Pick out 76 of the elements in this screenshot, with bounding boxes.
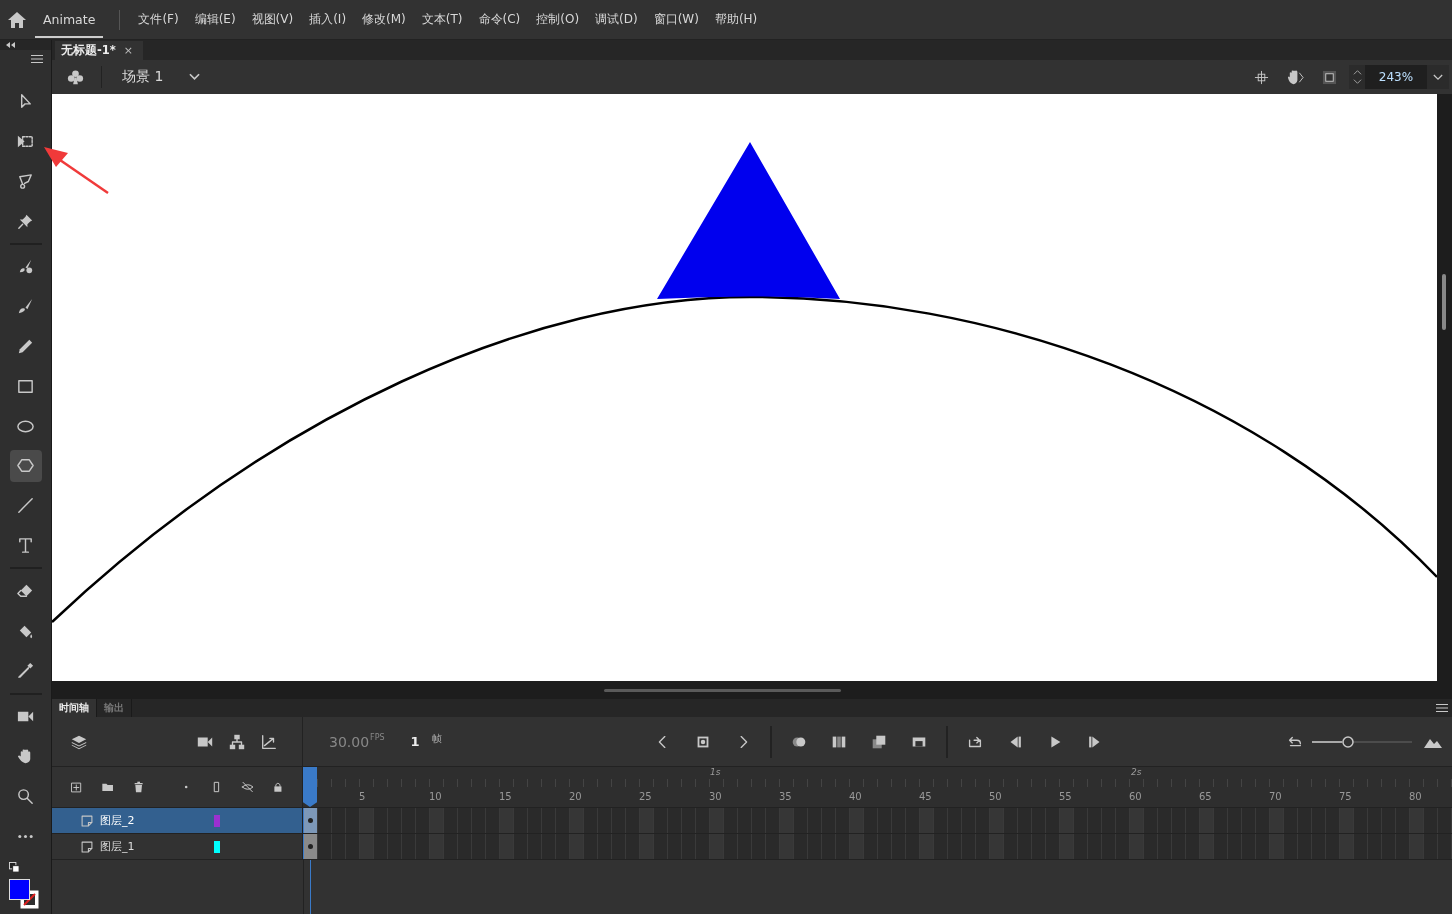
frame-number: 70	[1269, 791, 1283, 802]
menu-item[interactable]: 视图(V)	[243, 11, 302, 28]
layer-name[interactable]: 图层_1	[100, 839, 214, 854]
menu-item[interactable]: 编辑(E)	[186, 11, 244, 28]
keyframe[interactable]	[303, 808, 317, 833]
current-frame[interactable]: 1	[410, 734, 420, 749]
text-tool-icon[interactable]	[16, 535, 35, 555]
panel-tab[interactable]: 时间轴	[52, 699, 97, 717]
panel-menu-icon[interactable]	[1436, 704, 1448, 712]
frame-number: 40	[849, 791, 863, 802]
default-colors-icon[interactable]	[9, 861, 20, 873]
zoom-stepper[interactable]	[1349, 65, 1365, 89]
app-name: Animate	[35, 1, 104, 38]
polygon-tool-tool[interactable]	[9, 450, 42, 482]
layer-color-marker[interactable]	[214, 840, 220, 853]
frame-number: 60	[1129, 791, 1143, 802]
menu-item[interactable]: 控制(O)	[528, 11, 588, 28]
layer-icon	[80, 839, 94, 854]
frame-number: 20	[569, 791, 583, 802]
up-down-arrows-icon[interactable]	[1352, 69, 1362, 85]
frame-number: 50	[989, 791, 1003, 802]
dropdown-caret-icon[interactable]	[189, 73, 201, 81]
menu-item[interactable]: 修改(M)	[354, 11, 414, 28]
crosshair-icon[interactable]	[1254, 69, 1269, 85]
clip-stage-icon[interactable]	[1322, 69, 1337, 85]
home-icon[interactable]	[7, 9, 27, 30]
frame-number: 15	[499, 791, 513, 802]
frame-number: 35	[779, 791, 793, 802]
fps-value[interactable]: 30.00	[329, 733, 370, 750]
menu-item[interactable]: 插入(I)	[301, 11, 355, 28]
fps-unit: FPS	[370, 733, 385, 742]
frame-number: 10	[429, 791, 443, 802]
caret-icon[interactable]	[1433, 73, 1443, 81]
frame-number: 30	[709, 791, 723, 802]
frame-number: 65	[1199, 791, 1213, 802]
frame-number: 45	[919, 791, 933, 802]
menu-item[interactable]: 文件(F)	[130, 11, 187, 28]
frame-ruler[interactable]: 1s 2s 5 10 15 20 25 30 35 40 45 50 55 60 65 70 75 80	[303, 767, 1452, 807]
frame-number: 75	[1339, 791, 1353, 802]
frame-number: 25	[639, 791, 653, 802]
seconds-label: 1s	[709, 767, 722, 779]
document-tab[interactable]: 无标题-1* ×	[55, 41, 143, 60]
scene-label[interactable]: 场景 1	[122, 68, 164, 86]
eyedropper-icon[interactable]	[16, 661, 35, 681]
frame-unit: 帧	[431, 732, 442, 746]
panel-menu-icon[interactable]	[31, 54, 43, 63]
graph-icon[interactable]	[260, 732, 278, 751]
scrollbar-thumb[interactable]	[1442, 274, 1446, 330]
layer-row[interactable]: 图层_2	[52, 808, 303, 833]
menu-item[interactable]: 调试(D)	[587, 11, 646, 28]
menu-item[interactable]: 命令(C)	[470, 11, 529, 28]
frame-number: 55	[1059, 791, 1073, 802]
layer-color-marker[interactable]	[214, 814, 220, 827]
layer-name[interactable]: 图层_2	[100, 813, 214, 828]
lasso-icon[interactable]	[16, 171, 35, 191]
close-icon[interactable]: ×	[123, 44, 133, 57]
frame-number: 5	[359, 791, 367, 802]
panel-resize-handle[interactable]	[603, 688, 841, 692]
color-swatches-icon[interactable]	[9, 878, 41, 911]
menu-item[interactable]: 窗口(W)	[645, 11, 707, 28]
rotate-hand-icon[interactable]	[1286, 67, 1305, 87]
line-tool-icon[interactable]	[16, 496, 35, 516]
pencil-icon[interactable]	[16, 337, 35, 356]
keyframe[interactable]	[303, 834, 317, 859]
layer-icon	[80, 813, 94, 828]
playhead[interactable]	[303, 767, 317, 807]
seconds-label: 2s	[1130, 767, 1143, 779]
frame-number: 80	[1409, 791, 1423, 802]
zoom-field[interactable]: 243%	[1365, 65, 1427, 89]
hierarchy-icon[interactable]	[228, 732, 246, 751]
menu-item[interactable]: 文本(T)	[413, 11, 471, 28]
search-icon[interactable]	[16, 786, 35, 806]
menu-item[interactable]: 帮助(H)	[706, 11, 766, 28]
zoom-slider[interactable]	[1312, 735, 1412, 748]
zoom-dropdown[interactable]	[1427, 65, 1449, 89]
club-icon[interactable]	[66, 67, 85, 87]
